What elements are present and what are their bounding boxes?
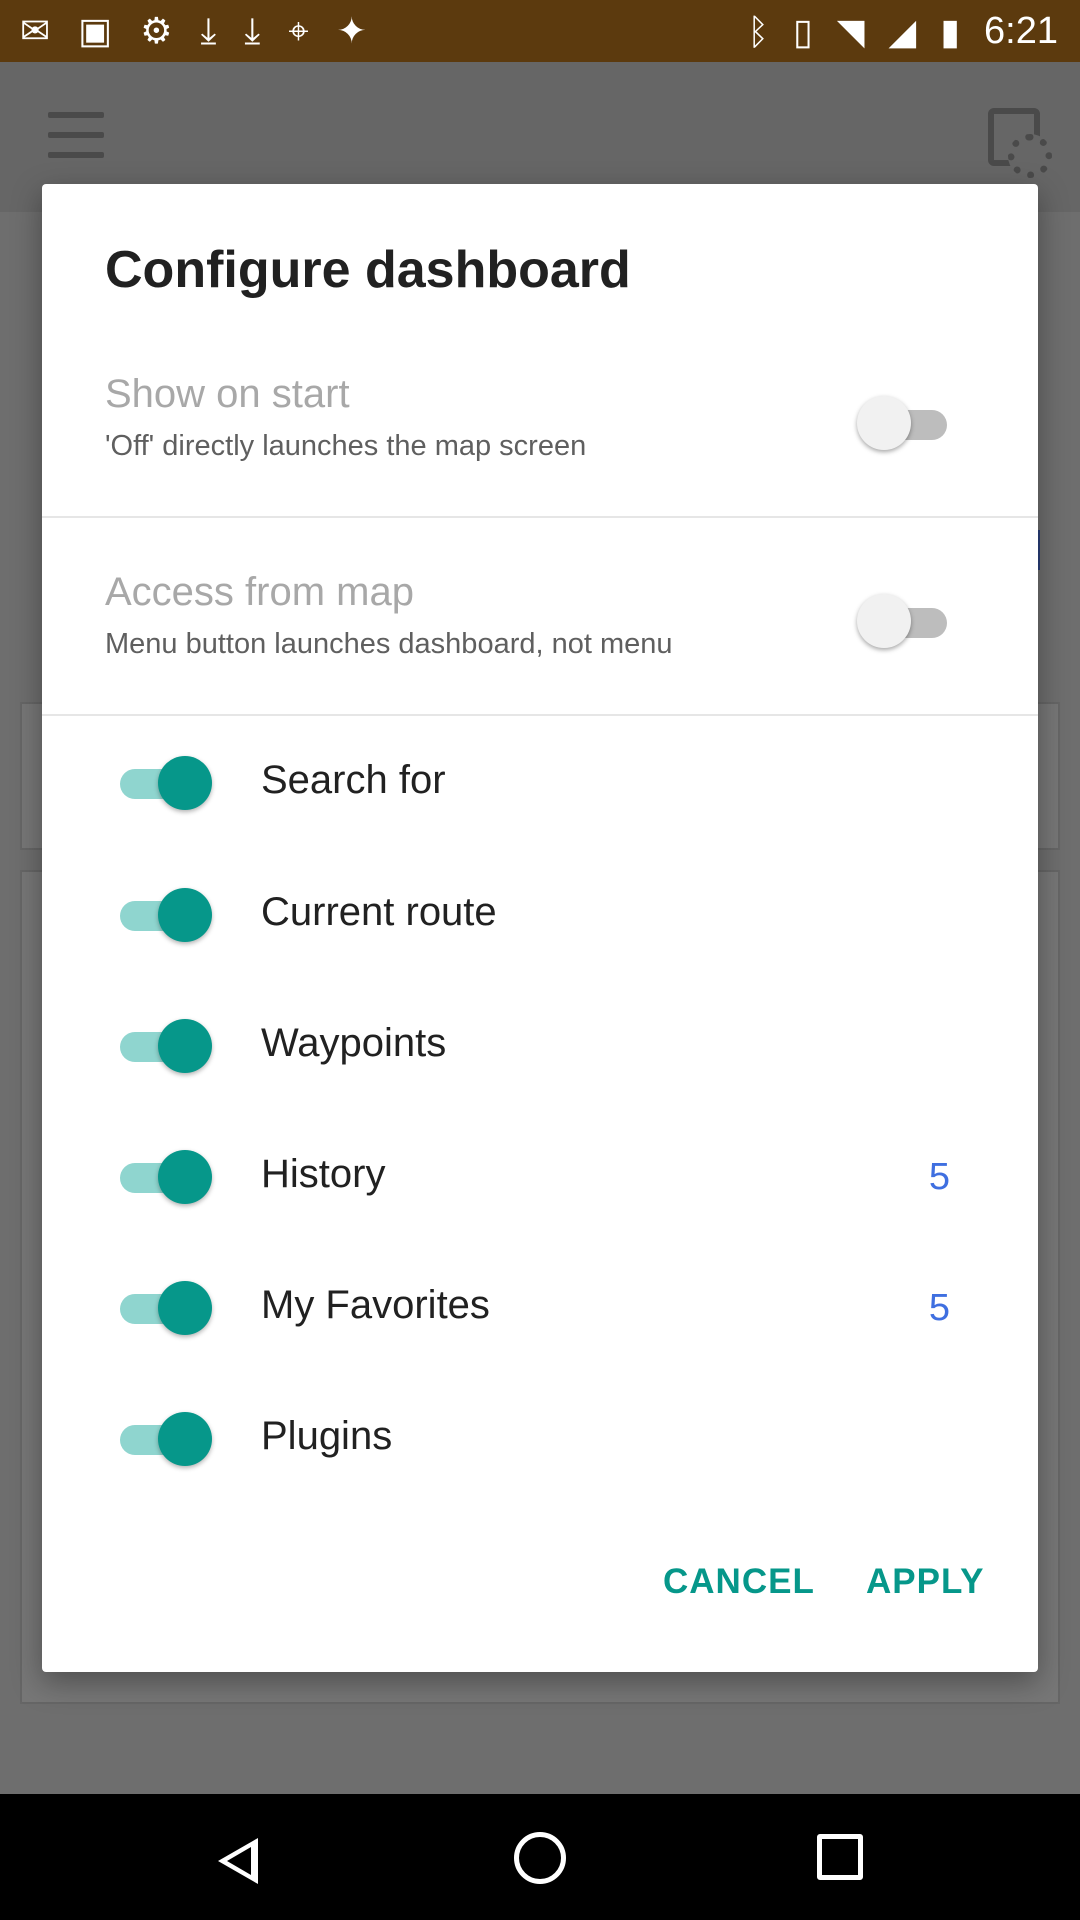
waypoints-switch[interactable] <box>120 1019 212 1075</box>
item-label-plugins: Plugins <box>261 1414 393 1458</box>
menu-icon <box>48 112 104 158</box>
item-label-waypoints: Waypoints <box>261 1021 447 1065</box>
my-favorites-switch[interactable] <box>120 1281 212 1337</box>
pref-access-from-map[interactable]: Access from map Menu button launches das… <box>42 562 1038 754</box>
divider <box>42 516 1038 518</box>
battery-icon: ▮ <box>940 10 961 52</box>
home-icon[interactable] <box>514 1832 566 1884</box>
access-from-map-switch[interactable] <box>857 594 949 650</box>
divider <box>42 714 1038 716</box>
vibrate-icon: ▯ <box>793 10 813 52</box>
system-icons: ᛒ ▯ ◥ ◢ ▮ 6:21 <box>747 10 1058 53</box>
switch-thumb <box>857 594 911 648</box>
item-label-my-favorites: My Favorites <box>261 1283 490 1327</box>
download-icon: ⤓ <box>244 10 261 51</box>
status-bar: ✉ ▣ ⚙ ⤓ ⤓ ⌖ ✦ ᛒ ▯ ◥ ◢ ▮ 6:21 <box>0 0 1080 62</box>
item-label-history: History <box>261 1152 386 1196</box>
notification-icons: ✉ ▣ ⚙ ⤓ ⤓ ⌖ ✦ <box>20 10 367 53</box>
pref-title: Show on start <box>105 372 350 416</box>
search-for-switch[interactable] <box>120 756 212 812</box>
switch-thumb <box>158 756 212 810</box>
switch-thumb <box>158 1281 212 1335</box>
history-count: 5 <box>928 1156 950 1198</box>
navigation-bar <box>0 1794 1080 1920</box>
switch-thumb <box>158 888 212 942</box>
item-label-current-route: Current route <box>261 890 497 934</box>
wifi-icon: ◥ <box>836 10 865 52</box>
satellite-icon: ✦ <box>336 10 367 51</box>
cancel-button[interactable]: CANCEL <box>663 1562 815 1602</box>
pref-summary: Menu button launches dashboard, not menu <box>105 628 673 660</box>
dialog-title: Configure dashboard <box>105 241 631 299</box>
mail-icon: ✉ <box>20 10 51 51</box>
configure-dashboard-dialog: Configure dashboard Show on start 'Off' … <box>42 184 1038 1672</box>
history-switch[interactable] <box>120 1150 212 1206</box>
switch-thumb <box>857 396 911 450</box>
settings-icon: ⚙ <box>140 10 173 51</box>
signal-icon: ◢ <box>888 10 917 52</box>
pref-summary: 'Off' directly launches the map screen <box>105 430 587 462</box>
bluetooth-icon: ᛒ <box>747 10 770 52</box>
pref-show-on-start[interactable]: Show on start 'Off' directly launches th… <box>42 364 1038 556</box>
apply-button[interactable]: APPLY <box>866 1562 984 1602</box>
fake-gps-icon: ⌖ <box>288 10 309 51</box>
switch-thumb <box>158 1019 212 1073</box>
plugins-switch[interactable] <box>120 1412 212 1468</box>
item-label-search-for: Search for <box>261 758 446 802</box>
switch-thumb <box>158 1150 212 1204</box>
back-icon[interactable] <box>218 1838 258 1884</box>
my-favorites-count: 5 <box>928 1287 950 1329</box>
recent-apps-icon[interactable] <box>817 1834 863 1880</box>
clock: 6:21 <box>984 10 1058 52</box>
download-icon: ⤓ <box>200 10 217 51</box>
document-settings-icon <box>988 108 1052 178</box>
current-route-switch[interactable] <box>120 888 212 944</box>
photo-icon: ▣ <box>78 10 113 51</box>
show-on-start-switch[interactable] <box>857 396 949 452</box>
pref-title: Access from map <box>105 570 414 614</box>
switch-thumb <box>158 1412 212 1466</box>
